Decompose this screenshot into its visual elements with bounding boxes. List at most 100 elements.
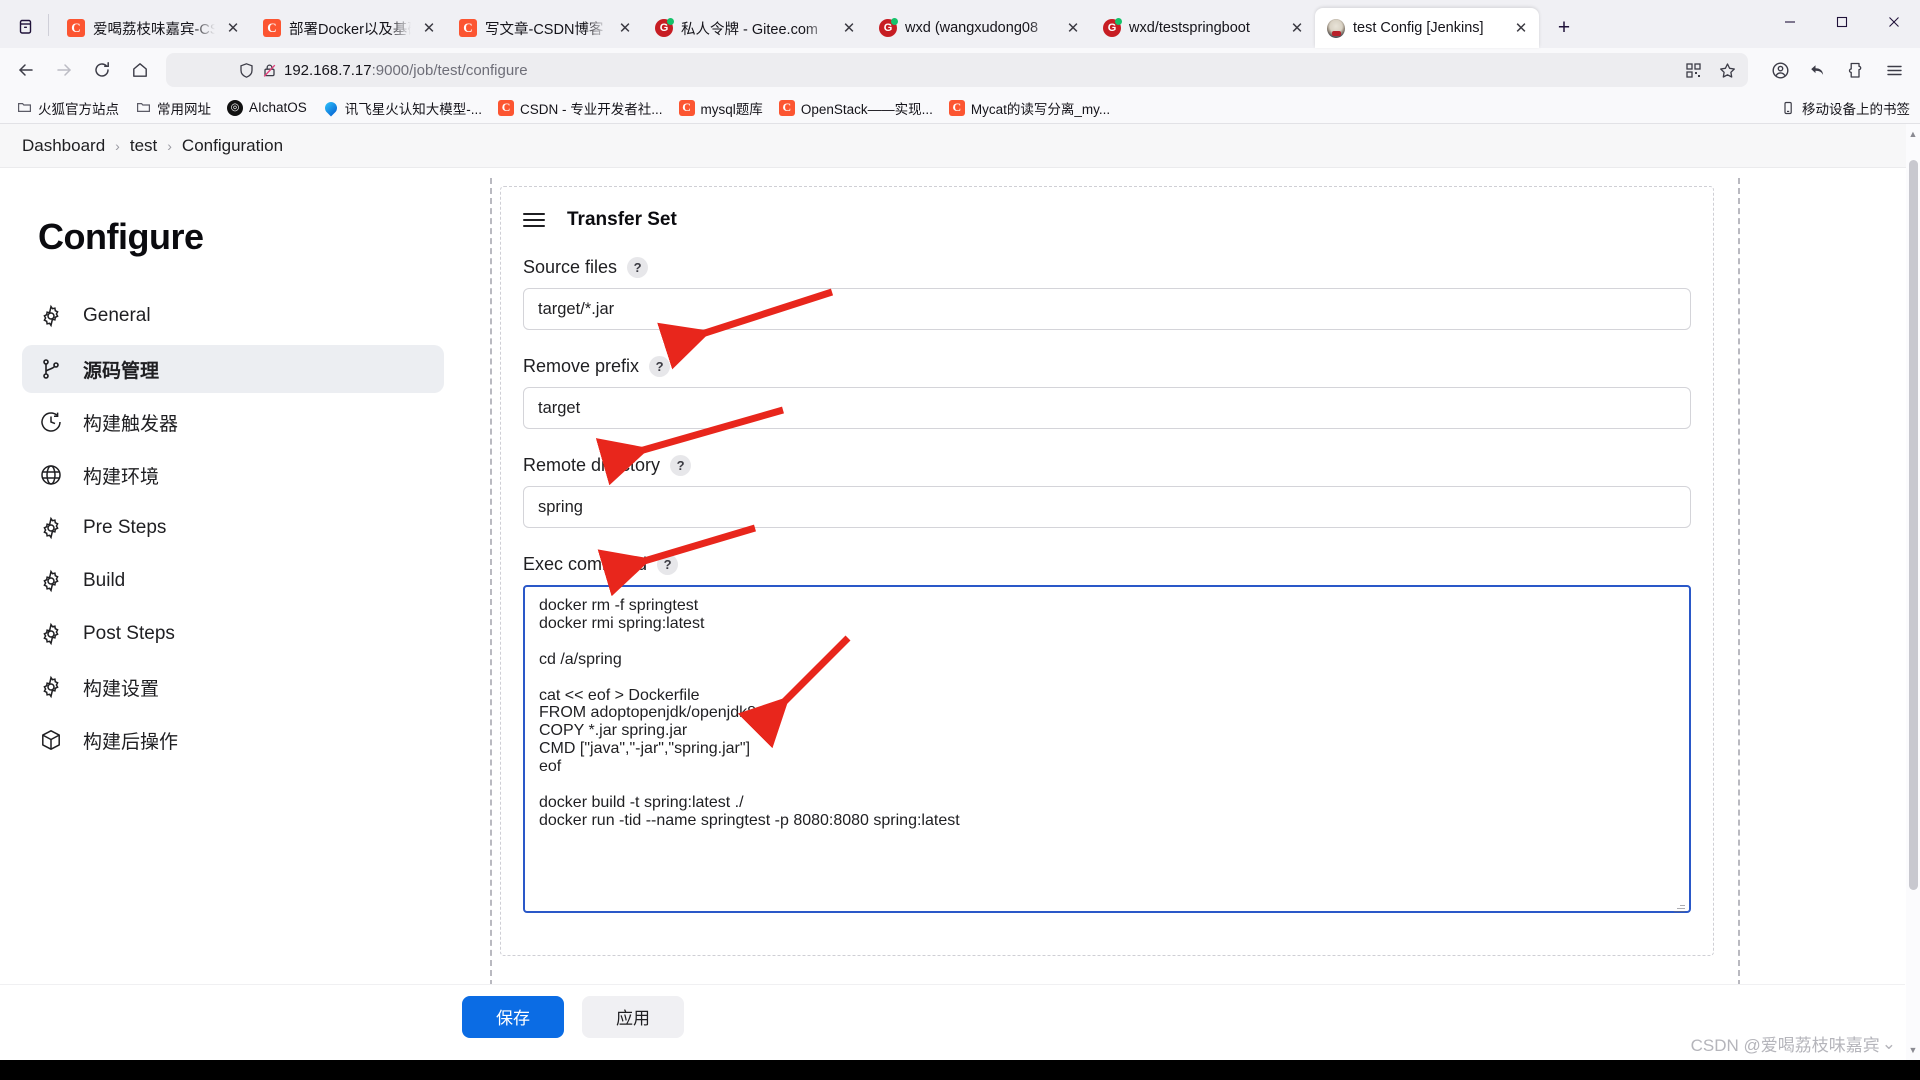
sidebar-item-general[interactable]: General (22, 292, 444, 340)
app-menu-icon[interactable] (1876, 53, 1912, 87)
bookmark-item[interactable]: C Mycat的读写分离_my... (943, 95, 1116, 121)
browser-tab-3[interactable]: C 写文章-CSDN博客 ✕ (447, 8, 643, 48)
tab-close-icon[interactable]: ✕ (1063, 19, 1083, 37)
back-icon[interactable] (8, 53, 44, 87)
drag-handle-icon[interactable] (523, 213, 545, 227)
apply-button[interactable]: 应用 (582, 995, 684, 1038)
browser-tab-4[interactable]: G 私人令牌 - Gitee.com ✕ (643, 8, 867, 48)
tab-close-icon[interactable]: ✕ (419, 19, 439, 37)
sidebar-item-build-environment[interactable]: 构建环境 (22, 451, 444, 499)
tab-close-icon[interactable]: ✕ (1511, 19, 1531, 37)
help-icon[interactable]: ? (627, 257, 649, 278)
undo-icon[interactable] (1800, 53, 1836, 87)
bookmark-item[interactable]: 火狐官方站点 (10, 95, 125, 121)
shield-icon[interactable] (238, 62, 255, 79)
bookmarks-bar: 火狐官方站点 常用网址 ◎ AIchatOS 讯飞星火认知大模型-... C C… (0, 92, 1920, 124)
sidebar-item-label: General (83, 305, 151, 326)
remove-prefix-input[interactable] (523, 387, 1691, 429)
save-button[interactable]: 保存 (462, 995, 564, 1038)
field-remote-directory: Remote directory ? (523, 455, 1691, 528)
sidebar-item-build-settings[interactable]: 构建设置 (22, 663, 444, 711)
browser-tab-7-active[interactable]: test Config [Jenkins] ✕ (1315, 8, 1539, 48)
bookmark-item[interactable]: C OpenStack——实现... (773, 95, 939, 121)
broken-lock-icon[interactable] (261, 62, 278, 79)
globe-icon (38, 462, 64, 488)
extensions-icon[interactable] (1838, 53, 1874, 87)
field-exec-command: Exec command ? docker rm -f springtest d… (523, 554, 1691, 918)
tab-close-icon[interactable]: ✕ (839, 19, 859, 37)
bookmark-item[interactable]: C mysql题库 (673, 95, 769, 121)
qr-code-icon[interactable] (1678, 55, 1708, 85)
new-tab-button[interactable]: + (1547, 11, 1581, 45)
breadcrumb-item-test[interactable]: test (130, 136, 157, 156)
bookmark-label: Mycat的读写分离_my... (970, 101, 1111, 117)
sidebar-item-build[interactable]: Build (22, 557, 444, 605)
exec-command-textarea[interactable]: docker rm -f springtest docker rmi sprin… (523, 585, 1691, 913)
star-icon[interactable] (1712, 55, 1742, 85)
breadcrumb-item-dashboard[interactable]: Dashboard (22, 136, 105, 156)
scrollbar-thumb[interactable] (1909, 160, 1918, 890)
scroll-down-icon[interactable]: ▼ (1906, 1042, 1920, 1058)
mobile-bookmarks-button[interactable]: 移动设备上的书签 (1780, 98, 1910, 118)
bookmark-item[interactable]: ◎ AIchatOS (221, 97, 313, 119)
folder-icon (135, 100, 151, 116)
tab-close-icon[interactable]: ✕ (223, 19, 243, 37)
clock-icon (38, 409, 64, 435)
help-icon[interactable]: ? (670, 455, 692, 476)
form-footer: 保存 应用 (0, 984, 1905, 1048)
csdn-icon: C (948, 99, 965, 116)
source-files-input[interactable] (523, 288, 1691, 330)
resize-grip-icon[interactable] (1673, 901, 1685, 913)
field-label: Source files (523, 257, 618, 277)
sidebar-item-build-triggers[interactable]: 构建触发器 (22, 398, 444, 446)
sidebar-item-pre-steps[interactable]: Pre Steps (22, 504, 444, 552)
configure-sidebar: Configure General 源码管理 构建触发器 构建环境 Pre St… (0, 168, 460, 980)
jenkins-icon (1327, 18, 1345, 38)
page-scrollbar[interactable]: ▲ ▼ (1906, 124, 1920, 1080)
help-icon[interactable]: ? (657, 554, 679, 575)
sidebar-item-scm[interactable]: 源码管理 (22, 345, 444, 393)
tab-title: wxd/testspringboot (1129, 20, 1250, 36)
sidebar-item-post-steps[interactable]: Post Steps (22, 610, 444, 658)
tab-close-icon[interactable]: ✕ (1287, 19, 1307, 37)
csdn-icon: C (678, 99, 695, 116)
sidebar-item-label: Build (83, 570, 126, 591)
help-icon[interactable]: ? (649, 356, 671, 377)
forward-icon[interactable] (46, 53, 82, 87)
sidebar-item-label: 构建触发器 (83, 413, 179, 435)
sidebar-item-label: 源码管理 (83, 360, 160, 382)
scroll-up-icon[interactable]: ▲ (1906, 126, 1920, 142)
browser-tab-5[interactable]: G wxd (wangxudong08 ✕ (867, 8, 1091, 48)
browser-tab-1[interactable]: C 爱喝荔枝味嘉宾-CSDN ✕ (55, 8, 251, 48)
field-label: Exec command (523, 554, 648, 574)
reload-icon[interactable] (84, 53, 120, 87)
bookmark-item[interactable]: C CSDN - 专业开发者社... (492, 95, 669, 121)
home-icon[interactable] (122, 53, 158, 87)
tab-close-icon[interactable]: ✕ (615, 19, 635, 37)
exec-command-wrapper: docker rm -f springtest docker rmi sprin… (523, 585, 1691, 918)
field-source-files: Source files ? (523, 257, 1691, 330)
tab-list-icon[interactable] (4, 4, 46, 48)
account-icon[interactable] (1762, 53, 1798, 87)
csdn-icon: C (67, 19, 85, 37)
maximize-button[interactable] (1816, 0, 1868, 44)
remote-directory-input[interactable] (523, 486, 1691, 528)
address-bar[interactable]: 192.168.7.17:9000/job/test/configure (166, 53, 1748, 87)
browser-tab-6[interactable]: G wxd/testspringboot ✕ (1091, 8, 1315, 48)
tab-title: wxd (wangxudong08 (905, 20, 1039, 36)
spark-icon (322, 99, 340, 116)
bookmark-item[interactable]: 讯飞星火认知大模型-... (317, 95, 488, 121)
url-path: :9000/job/test/configure (371, 61, 528, 79)
transfer-set-heading: Transfer Set (567, 209, 677, 230)
sidebar-item-post-build-actions[interactable]: 构建后操作 (22, 716, 444, 764)
breadcrumb-item-configuration[interactable]: Configuration (182, 136, 283, 156)
bookmark-item[interactable]: 常用网址 (129, 95, 217, 121)
minimize-button[interactable] (1764, 0, 1816, 44)
csdn-icon: C (778, 99, 795, 116)
close-window-button[interactable] (1868, 0, 1920, 44)
toolbar-actions (1756, 53, 1912, 87)
browser-tab-2[interactable]: C 部署Docker以及基础台 ✕ (251, 8, 447, 48)
field-label: Remove prefix (523, 356, 640, 376)
url-text[interactable]: 192.168.7.17:9000/job/test/configure (284, 62, 1740, 79)
gear-icon (38, 515, 64, 541)
